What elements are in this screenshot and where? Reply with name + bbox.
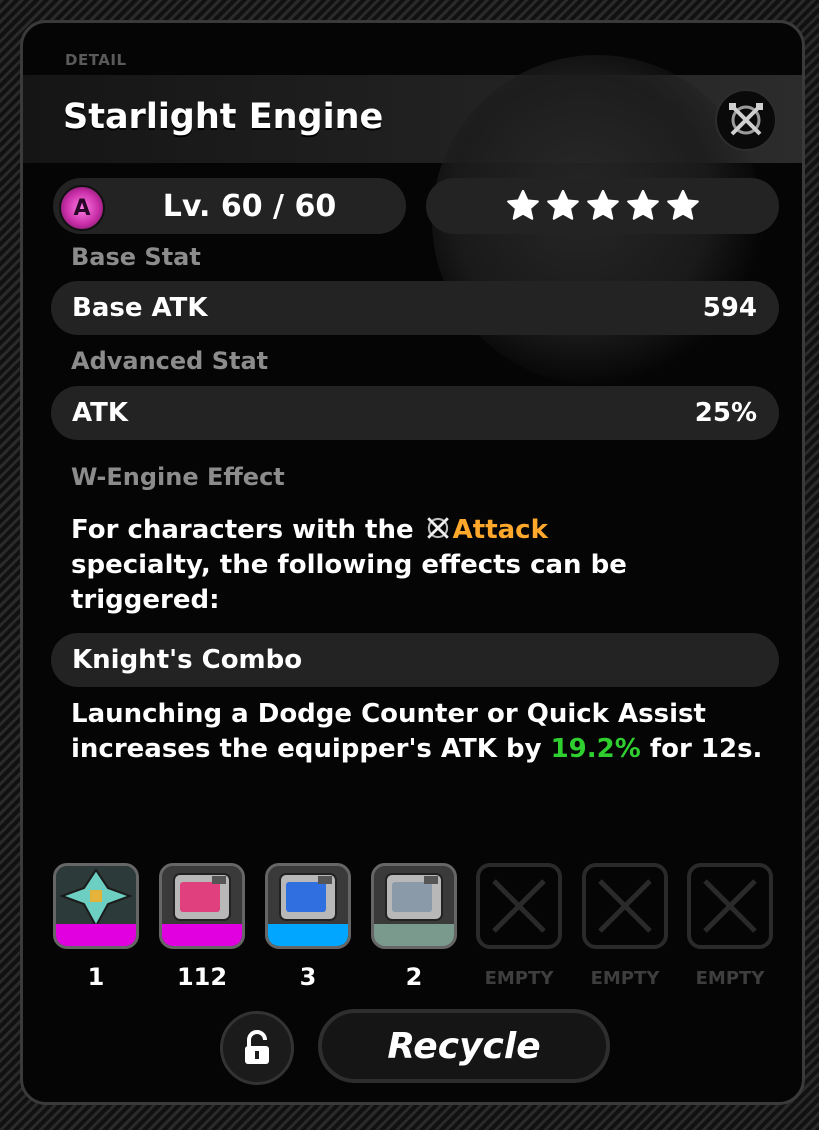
page-title: Starlight Engine <box>63 97 384 137</box>
stat-name: Base ATK <box>72 293 208 323</box>
unlock-icon <box>245 1030 269 1064</box>
advanced-stat-label: Advanced Stat <box>71 347 269 375</box>
skill-name: Knight's Combo <box>72 645 303 675</box>
level-pill: A Lv. 60 / 60 <box>53 178 406 234</box>
material-slot-1[interactable] <box>53 863 139 949</box>
effect-label: W-Engine Effect <box>71 463 285 491</box>
effect-intro-after: specialty, the following effects can be … <box>71 550 627 615</box>
effect-intro-before: For characters with the <box>71 515 423 545</box>
stat-name: ATK <box>72 398 128 428</box>
rarity-strip <box>162 924 242 946</box>
detail-panel: DETAIL Starlight Engine A Lv. 60 / 60 Ba… <box>20 20 805 1105</box>
attack-specialty-icon[interactable] <box>715 89 777 151</box>
star-icon <box>586 189 619 220</box>
gray-crate-icon <box>374 866 454 930</box>
star-icon <box>626 189 659 220</box>
material-slot-5[interactable] <box>476 863 562 949</box>
title-bar: Starlight Engine <box>23 55 802 385</box>
stat-value: 25% <box>694 398 757 428</box>
material-count: 3 <box>299 963 317 991</box>
empty-slot-icon <box>703 879 757 933</box>
material-count: EMPTY <box>484 968 554 989</box>
lock-toggle-button[interactable] <box>220 1011 294 1085</box>
base-stat-row: Base ATK 594 <box>51 281 779 335</box>
effect-intro: For characters with the Attack specialty… <box>71 513 771 618</box>
material-count: 112 <box>176 963 228 991</box>
blue-crate-icon <box>268 866 348 930</box>
material-slot-3[interactable] <box>265 863 351 949</box>
skill-name-row: Knight's Combo <box>51 633 779 687</box>
effect-value: 19.2% <box>550 734 641 764</box>
recycle-button[interactable]: Recycle <box>318 1009 610 1083</box>
advanced-stat-row: ATK 25% <box>51 386 779 440</box>
rarity-strip <box>374 924 454 946</box>
section-label: DETAIL <box>65 51 127 69</box>
cross-material-icon <box>56 866 136 930</box>
star-icon <box>506 189 539 220</box>
specialty-name: Attack <box>452 515 548 545</box>
material-slot-6[interactable] <box>582 863 668 949</box>
level-text: Lv. 60 / 60 <box>162 189 337 224</box>
effect-description: Launching a Dodge Counter or Quick Assis… <box>71 697 771 767</box>
star-rating <box>426 178 779 234</box>
rarity-strip <box>56 924 136 946</box>
material-count: EMPTY <box>590 968 660 989</box>
empty-slot-icon <box>492 879 546 933</box>
effect-desc-after: for 12s. <box>640 734 763 764</box>
empty-slot-icon <box>598 879 652 933</box>
material-slot-7[interactable] <box>687 863 773 949</box>
attack-specialty-icon <box>423 514 453 542</box>
star-icon <box>546 189 579 220</box>
material-count: 1 <box>87 963 105 991</box>
material-count: 2 <box>405 963 423 991</box>
star-icon <box>666 189 699 220</box>
rarity-strip <box>268 924 348 946</box>
material-count: EMPTY <box>695 968 765 989</box>
base-stat-label: Base Stat <box>71 243 201 271</box>
stat-value: 594 <box>702 293 757 323</box>
material-slot-4[interactable] <box>371 863 457 949</box>
pink-crate-icon <box>162 866 242 930</box>
material-slot-2[interactable] <box>159 863 245 949</box>
